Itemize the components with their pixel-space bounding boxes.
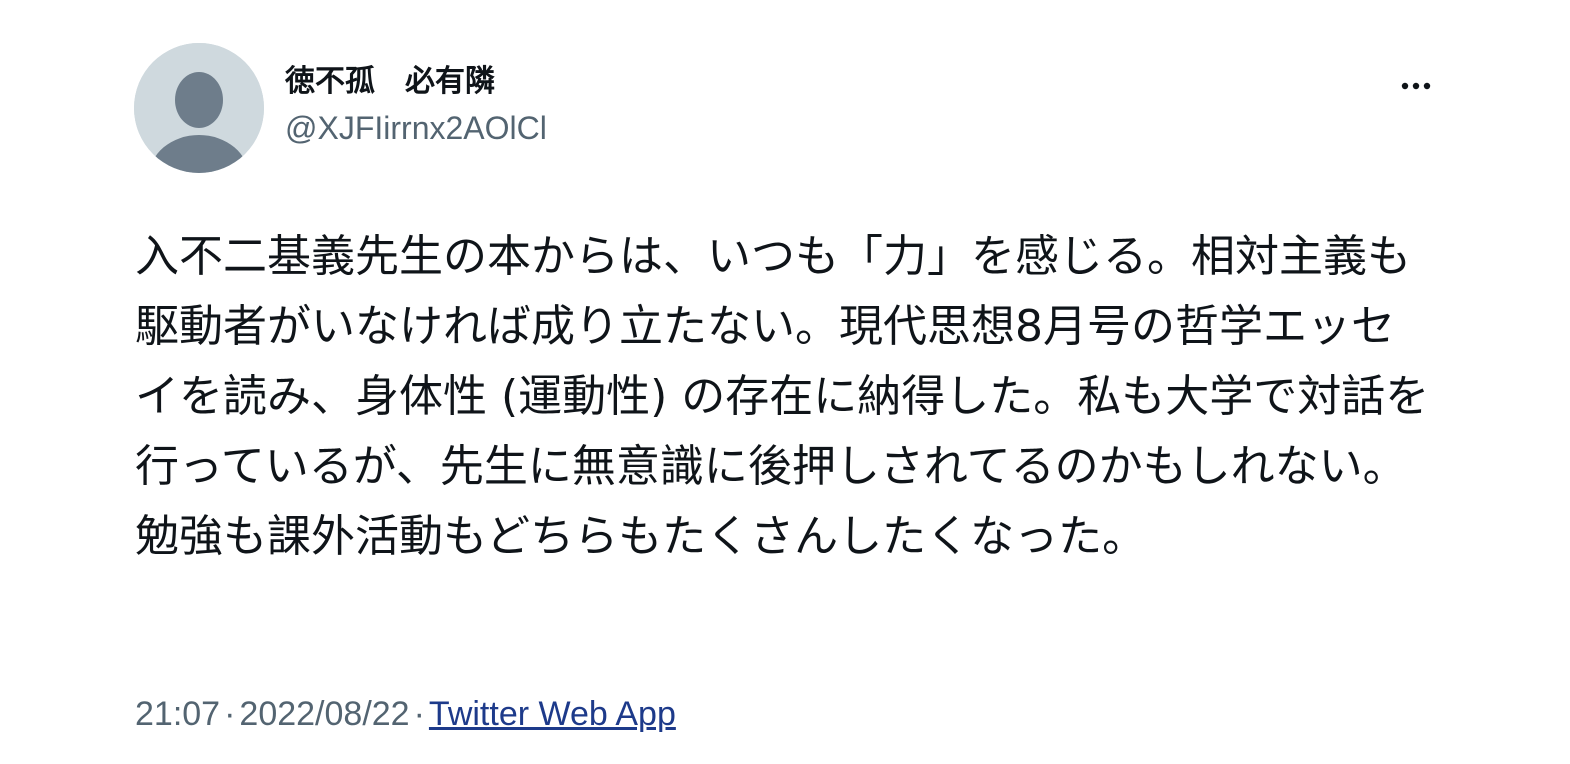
- tweet-meta: 21:07 · 2022/08/22 · Twitter Web App: [135, 693, 676, 735]
- user-info[interactable]: 徳不孤 必有隣 @XJFIirrnx2AOlCl: [285, 62, 547, 148]
- source-link[interactable]: Twitter Web App: [429, 695, 676, 733]
- display-name[interactable]: 徳不孤 必有隣: [285, 62, 547, 102]
- more-options-button[interactable]: [1392, 68, 1440, 104]
- tweet-date[interactable]: 2022/08/22: [239, 695, 409, 733]
- tweet-time[interactable]: 21:07: [135, 695, 220, 733]
- more-horizontal-icon: [1401, 82, 1431, 90]
- tweet-text: 入不二基義先生の本からは、いつも「力」を感じる。相対主義も駆動者がいなければ成り…: [135, 231, 1430, 562]
- avatar[interactable]: [134, 43, 264, 173]
- default-profile-silhouette-icon: [134, 43, 264, 173]
- meta-separator: ·: [413, 695, 425, 733]
- tweet-card: 徳不孤 必有隣 @XJFIirrnx2AOlCl 入不二基義先生の本からは、いつ…: [0, 0, 1570, 764]
- user-handle[interactable]: @XJFIirrnx2AOlCl: [285, 108, 547, 148]
- meta-separator: ·: [224, 695, 236, 733]
